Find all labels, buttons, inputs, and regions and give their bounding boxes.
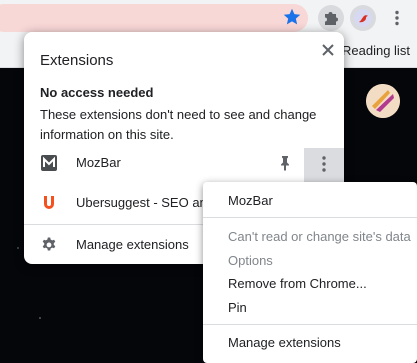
manage-extensions-label: Manage extensions (76, 237, 189, 252)
browser-toolbar (0, 0, 417, 36)
menu-item-remove[interactable]: Remove from Chrome... (228, 276, 367, 291)
more-vert-icon (395, 10, 399, 26)
extension-name: Ubersuggest - SEO and (76, 195, 204, 210)
section-title: No access needed (40, 85, 154, 100)
puzzle-icon (325, 12, 338, 25)
menu-item-extension-name[interactable]: MozBar (228, 193, 273, 208)
extensions-button[interactable] (318, 5, 344, 31)
mozbar-icon (40, 154, 58, 172)
extension-item-mozbar[interactable]: MozBar (24, 148, 344, 184)
browser-menu-button[interactable] (384, 5, 410, 31)
panel-title: Extensions (40, 52, 114, 69)
pin-icon[interactable] (276, 154, 294, 172)
section-description: These extensions don't need to see and c… (40, 107, 317, 142)
menu-divider (203, 324, 417, 325)
close-icon[interactable] (318, 40, 338, 60)
gear-icon (40, 236, 58, 254)
menu-item-site-access: Can't read or change site's data (228, 229, 411, 244)
menu-item-options: Options (228, 253, 273, 268)
more-actions-button[interactable] (304, 148, 344, 184)
site-logo-icon (366, 84, 400, 118)
menu-item-pin[interactable]: Pin (228, 300, 247, 315)
address-bar[interactable] (0, 4, 308, 32)
bird-avatar-icon (354, 9, 372, 27)
menu-item-manage-extensions[interactable]: Manage extensions (228, 335, 341, 350)
profile-avatar[interactable] (350, 5, 376, 31)
reading-list-button[interactable]: Reading list (342, 43, 410, 58)
extension-context-menu: MozBar Can't read or change site's data … (203, 182, 417, 363)
bookmark-star-icon[interactable] (281, 6, 303, 28)
extension-name: MozBar (76, 155, 121, 170)
menu-divider (203, 217, 417, 218)
more-vert-icon (322, 156, 326, 172)
ubersuggest-icon (40, 194, 58, 212)
